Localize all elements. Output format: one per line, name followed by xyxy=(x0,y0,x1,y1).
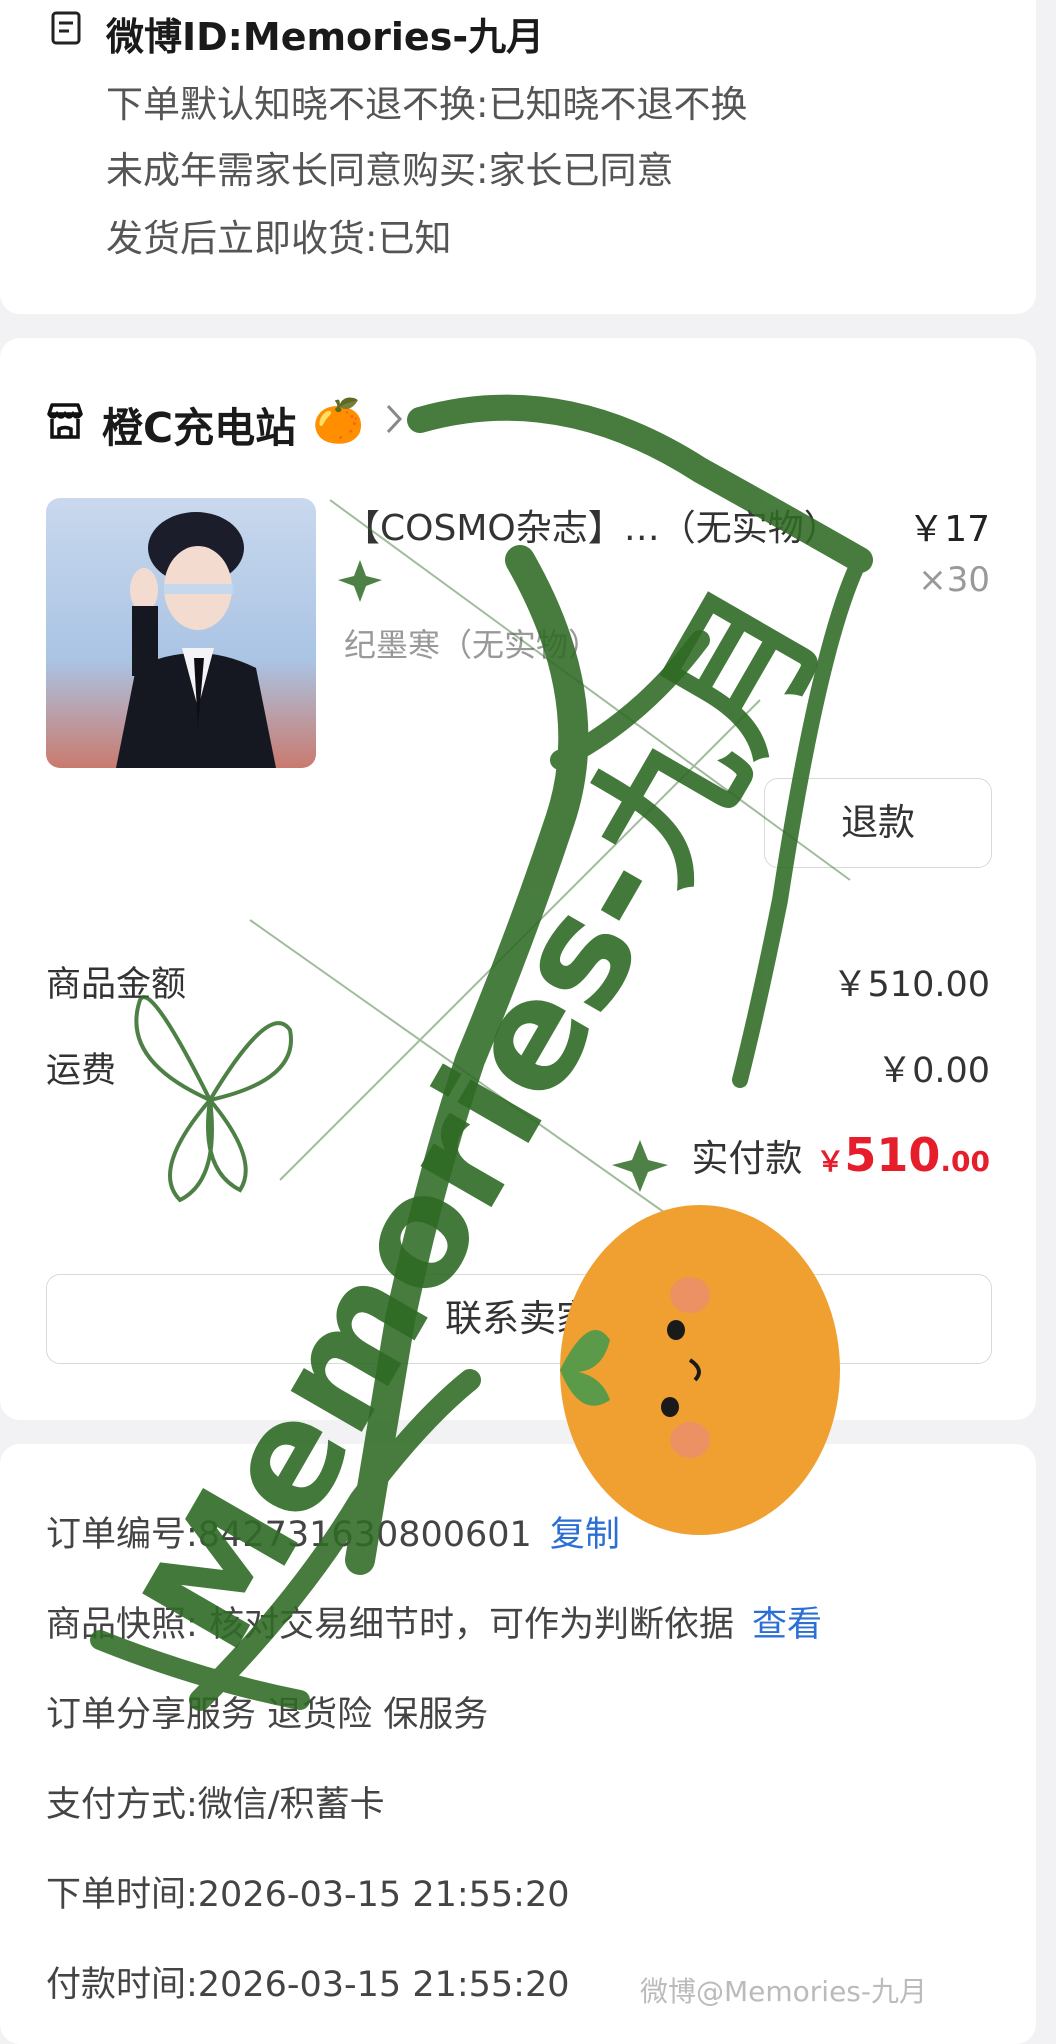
view-snapshot-link[interactable]: 查看 xyxy=(752,1605,822,1645)
order-info-card: 订单编号:842731630800601 复制 商品快照: 核对交易细节时，可作为… xyxy=(0,1444,1036,2044)
product-price: ￥17 xyxy=(908,509,990,550)
order-number-value: 842731630800601 xyxy=(197,1515,532,1555)
order-time-row: 下单时间:2026-03-15 21:55:20 xyxy=(46,1875,570,1915)
shipping-value: ￥0.00 xyxy=(877,1051,990,1091)
copy-button[interactable]: 复制 xyxy=(550,1515,620,1555)
pay-time-row: 付款时间:2026-03-15 21:55:20 xyxy=(46,1965,570,2005)
goods-amount-label: 商品金额 xyxy=(46,965,187,1005)
snapshot-row: 商品快照: 核对交易细节时，可作为判断依据 查看 xyxy=(46,1596,822,1647)
goods-amount-value: ￥510.00 xyxy=(832,965,990,1005)
store-icon xyxy=(47,403,83,439)
shop-order-card: 橙C充电站 🍊 【COSMO杂志】…（无实物） 纪墨寒（无实物） ￥17 ×30… xyxy=(0,338,1036,1420)
shop-name[interactable]: 橙C充电站 xyxy=(102,394,296,454)
paid-decimal: .00 xyxy=(940,1145,990,1178)
product-thumbnail[interactable] xyxy=(46,498,316,768)
note-icon xyxy=(51,11,81,45)
shipping-label: 运费 xyxy=(46,1051,117,1091)
order-number-label: 订单编号: xyxy=(46,1515,198,1555)
weibo-id-title: 微博ID:Memories-九月 xyxy=(106,15,545,59)
service-row: 订单分享服务 退货险 保服务 xyxy=(46,1695,489,1735)
snapshot-label: 商品快照: xyxy=(46,1605,198,1645)
currency-symbol: ￥ xyxy=(816,1145,845,1178)
note-line-no-return: 下单默认知晓不退不换:已知晓不退不换 xyxy=(106,83,748,126)
product-quantity: ×30 xyxy=(918,560,990,600)
order-notes-card: 微博ID:Memories-九月 下单默认知晓不退不换:已知晓不退不换 未成年需… xyxy=(0,0,1036,314)
contact-seller-button[interactable]: 联系卖家 xyxy=(46,1274,992,1364)
payment-method-row: 支付方式:微信/积蓄卡 xyxy=(46,1785,385,1825)
note-line-receive: 发货后立即收货:已知 xyxy=(106,217,452,260)
order-number-row: 订单编号:842731630800601 复制 xyxy=(46,1506,620,1557)
refund-button[interactable]: 退款 xyxy=(764,778,992,868)
orange-emoji-icon: 🍊 xyxy=(312,396,365,445)
product-spec: 纪墨寒（无实物） xyxy=(344,626,601,664)
note-line-parent-consent: 未成年需家长同意购买:家长已同意 xyxy=(106,149,674,192)
paid-label: 实付款 xyxy=(691,1137,803,1180)
paid-integer: 510 xyxy=(844,1128,941,1182)
snapshot-text: 核对交易细节时，可作为判断依据 xyxy=(208,1605,734,1645)
paid-amount-row: 实付款 ￥510.00 xyxy=(691,1128,990,1182)
product-title[interactable]: 【COSMO杂志】…（无实物） xyxy=(344,500,884,558)
chevron-right-icon[interactable] xyxy=(384,402,404,436)
weibo-credit-text: 微博@Memories-九月 xyxy=(640,1975,928,2008)
